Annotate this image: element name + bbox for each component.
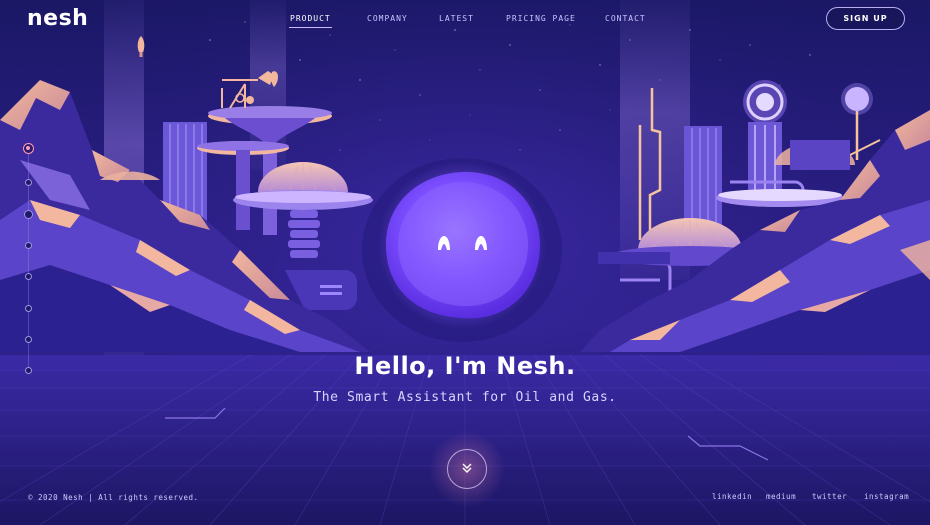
- nav-pricing-page[interactable]: PRICING PAGE: [506, 14, 576, 23]
- nav-product[interactable]: PRODUCT: [289, 14, 332, 28]
- double-chevron-down-icon: [460, 460, 474, 479]
- hero-subtitle: The Smart Assistant for Oil and Gas.: [313, 390, 617, 405]
- hero-title: Hello, I'm Nesh.: [354, 352, 576, 380]
- social-medium[interactable]: medium: [766, 492, 796, 501]
- slide-dot-6[interactable]: [25, 305, 32, 312]
- sign-up-button[interactable]: SIGN UP: [826, 7, 905, 30]
- nav-company[interactable]: COMPANY: [367, 14, 408, 23]
- social-links: linkedin medium twitter instagram: [0, 492, 930, 504]
- social-twitter[interactable]: twitter: [812, 492, 847, 501]
- slide-dot-1[interactable]: [23, 143, 34, 154]
- slide-dot-3[interactable]: [24, 210, 33, 219]
- hero-illustration: [0, 0, 930, 525]
- slide-dot-7[interactable]: [25, 336, 32, 343]
- slide-dot-5[interactable]: [25, 273, 32, 280]
- hero-stage: nesh PRODUCT COMPANY LATEST PRICING PAGE…: [0, 0, 930, 525]
- scroll-down-button[interactable]: [447, 449, 487, 489]
- nav-latest[interactable]: LATEST: [439, 14, 474, 23]
- nav-contact[interactable]: CONTACT: [605, 14, 646, 23]
- slide-dot-2[interactable]: [25, 179, 32, 186]
- slide-dot-4[interactable]: [25, 242, 32, 249]
- social-instagram[interactable]: instagram: [864, 492, 909, 501]
- slide-pagination: [23, 143, 34, 378]
- nesh-mascot-icon: [362, 158, 562, 342]
- main-nav: PRODUCT COMPANY LATEST PRICING PAGE CONT…: [0, 14, 930, 30]
- social-linkedin[interactable]: linkedin: [712, 492, 752, 501]
